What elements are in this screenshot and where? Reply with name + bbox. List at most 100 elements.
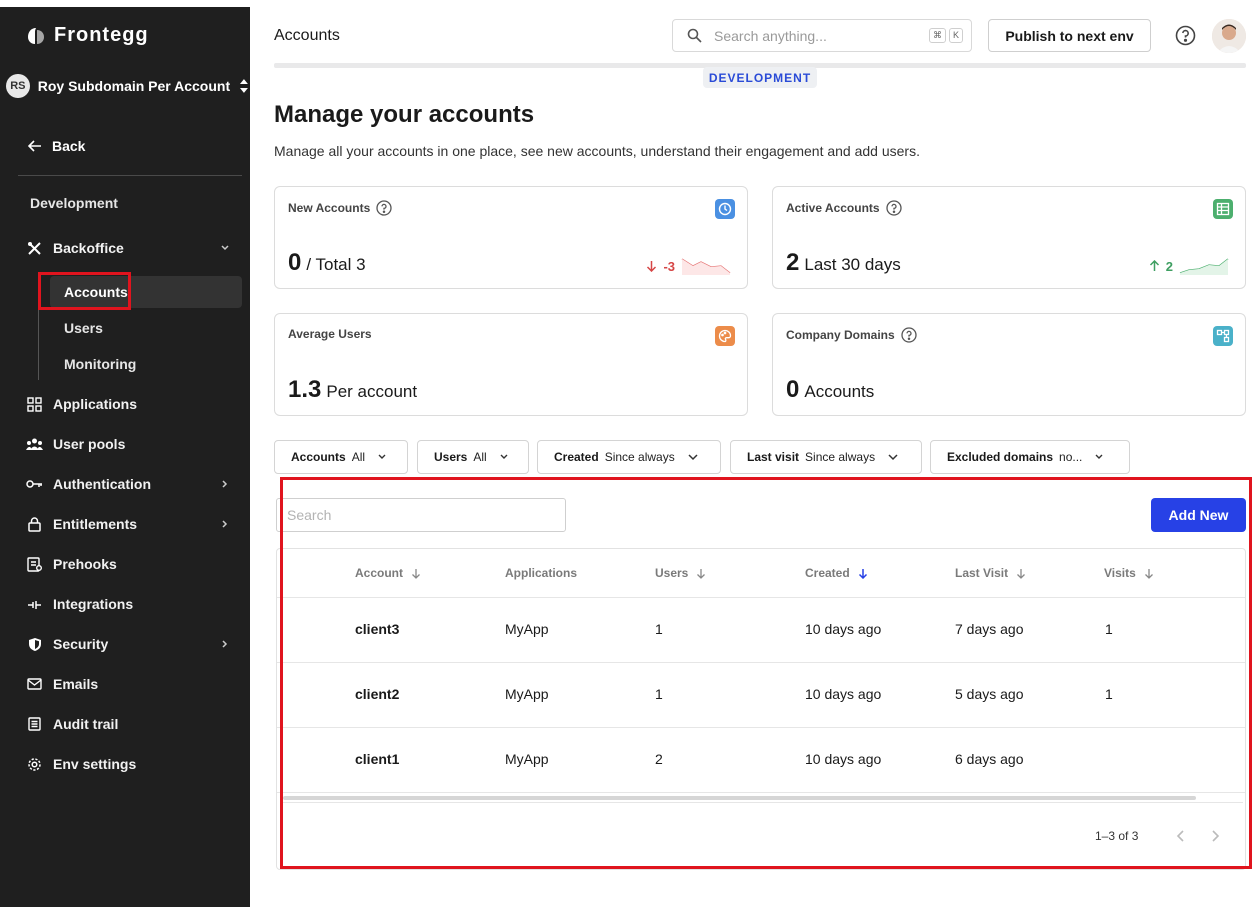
column-header-label: Applications <box>505 566 578 580</box>
column-header-account[interactable]: Account <box>355 566 421 580</box>
column-header-created[interactable]: Created <box>805 566 868 580</box>
sidebar-item-label: Env settings <box>53 756 137 772</box>
filter-excluded-domains[interactable]: Excluded domains no... <box>930 440 1130 474</box>
card-value: 0 / Total 3 <box>288 249 366 277</box>
back-link[interactable]: Back <box>28 138 85 154</box>
sidebar-item-env-settings[interactable]: Env settings <box>18 748 242 780</box>
cell-account: client1 <box>355 751 400 767</box>
table-row[interactable]: client2 MyApp 1 10 days ago 5 days ago 1 <box>277 663 1245 728</box>
chevron-right-icon <box>222 480 228 488</box>
arrow-up-icon <box>1149 260 1159 271</box>
arrow-down-icon <box>647 261 657 272</box>
sidebar-item-applications[interactable]: Applications <box>18 388 242 420</box>
sidebar-item-entitlements[interactable]: Entitlements <box>18 508 242 540</box>
sidebar-item-prehooks[interactable]: Prehooks <box>18 548 242 580</box>
shortcut-key: K <box>948 28 963 43</box>
column-header-last-visit[interactable]: Last Visit <box>955 566 1026 580</box>
filter-users[interactable]: Users All <box>417 440 529 474</box>
sidebar-item-backoffice[interactable]: Backoffice <box>18 232 242 264</box>
sidebar-subitem-users[interactable]: Users <box>50 312 242 344</box>
column-header-visits[interactable]: Visits <box>1104 566 1154 580</box>
workspace-avatar: RS <box>6 74 30 98</box>
accounts-table: Account Applications Users Created Last … <box>276 548 1246 870</box>
arrow-left-icon <box>28 140 41 152</box>
trend-value: -3 <box>663 258 675 274</box>
filter-created[interactable]: Created Since always <box>537 440 721 474</box>
publish-button[interactable]: Publish to next env <box>988 19 1151 52</box>
sidebar-item-label: Integrations <box>53 596 134 612</box>
sidebar-item-label: Emails <box>53 676 99 692</box>
chevron-down-icon <box>1095 454 1103 459</box>
filter-key: Last visit <box>747 450 800 464</box>
brand-logo[interactable]: Frontegg <box>26 24 149 47</box>
filter-value: All <box>473 450 487 464</box>
column-header-users[interactable]: Users <box>655 566 706 580</box>
sidebar-item-user-pools[interactable]: User pools <box>18 428 242 460</box>
sidebar-item-label: Backoffice <box>53 240 124 256</box>
user-avatar[interactable] <box>1212 19 1246 53</box>
main-heading: Manage your accounts <box>274 101 535 128</box>
card-value-number: 1.3 <box>288 376 322 403</box>
sidebar-item-authentication[interactable]: Authentication <box>18 468 242 500</box>
card-title: Company Domains <box>786 327 917 343</box>
help-icon[interactable] <box>901 327 917 343</box>
palette-icon <box>715 326 735 346</box>
help-icon[interactable] <box>885 200 902 216</box>
sidebar-subitem-monitoring[interactable]: Monitoring <box>50 348 242 380</box>
chevron-right-icon <box>222 520 228 528</box>
table-row[interactable]: client1 MyApp 2 10 days ago 6 days ago <box>277 728 1245 793</box>
stat-card-company-domains: Company Domains 0 Accounts <box>772 313 1246 416</box>
sidebar-subitem-label: Monitoring <box>64 356 137 372</box>
filter-key: Created <box>554 450 599 464</box>
top-bar: Accounts Search anything... ⌘ K Publish … <box>250 7 1259 63</box>
chevron-down-icon <box>221 245 229 251</box>
horizontal-scrollbar[interactable] <box>283 796 1196 800</box>
global-search[interactable]: Search anything... ⌘ K <box>672 19 972 52</box>
sidebar-item-integrations[interactable]: Integrations <box>18 588 242 620</box>
cell-users: 2 <box>655 751 663 767</box>
user-pools-icon <box>26 436 43 453</box>
chevron-down-icon <box>688 454 698 461</box>
frontegg-logo-icon <box>28 27 44 44</box>
trend-indicator: -3 <box>646 257 731 275</box>
card-title-text: New Accounts <box>288 201 371 215</box>
cell-last-visit: 6 days ago <box>955 751 1024 767</box>
column-header-applications[interactable]: Applications <box>505 566 577 580</box>
filter-value: Since always <box>805 450 876 464</box>
mail-icon <box>26 676 43 693</box>
top-strip <box>0 0 250 7</box>
help-icon[interactable] <box>376 200 392 216</box>
cell-account: client2 <box>355 686 400 702</box>
cell-account: client3 <box>355 621 400 637</box>
filter-accounts[interactable]: Accounts All <box>274 440 408 474</box>
brand-name: Frontegg <box>54 24 149 46</box>
chevron-right-icon[interactable] <box>1207 828 1223 844</box>
page-title: Accounts <box>274 27 340 44</box>
sidebar-subitem-accounts[interactable]: Accounts <box>50 276 242 308</box>
sidebar-item-audit-trail[interactable]: Audit trail <box>18 708 242 740</box>
cell-created: 10 days ago <box>805 686 882 702</box>
sidebar-item-label: Audit trail <box>53 716 119 732</box>
filter-value: Since always <box>604 450 675 464</box>
sort-arrow-down-icon <box>697 568 706 579</box>
submenu-guide-line <box>38 276 39 380</box>
sparkline-icon <box>681 258 731 275</box>
add-new-button[interactable]: Add New <box>1151 498 1246 532</box>
tools-icon <box>26 240 43 257</box>
cell-created: 10 days ago <box>805 621 882 637</box>
table-row[interactable]: client3 MyApp 1 10 days ago 7 days ago 1 <box>277 598 1245 663</box>
table-search-input[interactable] <box>276 498 566 532</box>
filter-last-visit[interactable]: Last visit Since always <box>730 440 922 474</box>
card-value: 2 Last 30 days <box>786 249 901 277</box>
sidebar-item-security[interactable]: Security <box>18 628 242 660</box>
filter-key: Excluded domains <box>947 450 1054 464</box>
workspace-switcher[interactable]: RS Roy Subdomain Per Account <box>6 74 250 98</box>
help-icon[interactable] <box>1175 25 1196 46</box>
cell-applications: MyApp <box>505 686 549 702</box>
card-value: 1.3 Per account <box>288 376 417 404</box>
sidebar-item-emails[interactable]: Emails <box>18 668 242 700</box>
scrollbar-track <box>283 802 1243 803</box>
chevron-left-icon[interactable] <box>1173 828 1189 844</box>
global-search-placeholder: Search anything... <box>714 27 827 44</box>
pagination-range: 1–3 of 3 <box>1095 829 1139 843</box>
